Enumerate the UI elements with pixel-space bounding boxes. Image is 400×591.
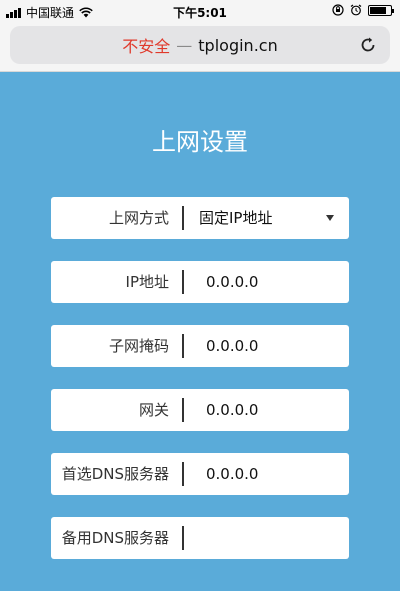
divider — [182, 334, 184, 358]
field-label: 备用DNS服务器 — [61, 529, 169, 547]
ip-address-input[interactable]: 0.0.0.0 — [206, 261, 258, 303]
address-bar[interactable]: 不安全 — tplogin.cn — [10, 26, 390, 64]
status-bar: 中国联通 下午5:01 — [0, 0, 400, 22]
divider — [182, 526, 184, 550]
ip-address-field[interactable]: IP地址 0.0.0.0 — [51, 261, 349, 303]
field-label: 首选DNS服务器 — [61, 465, 169, 483]
divider — [182, 206, 184, 230]
connection-type-value[interactable]: 固定IP地址 — [199, 197, 272, 239]
url-separator: — — [176, 35, 193, 55]
primary-dns-field[interactable]: 首选DNS服务器 0.0.0.0 — [51, 453, 349, 495]
lock-rotation-icon — [332, 4, 344, 16]
page-title: 上网设置 — [152, 128, 248, 156]
alarm-icon — [350, 4, 362, 16]
gateway-field[interactable]: 网关 0.0.0.0 — [51, 389, 349, 431]
divider — [182, 270, 184, 294]
divider — [182, 398, 184, 422]
field-label: 网关 — [138, 401, 169, 419]
field-label: IP地址 — [125, 273, 169, 291]
secondary-dns-field[interactable]: 备用DNS服务器 — [51, 517, 349, 559]
gateway-input[interactable]: 0.0.0.0 — [206, 389, 258, 431]
field-label: 子网掩码 — [108, 337, 169, 355]
connection-type-select[interactable]: 上网方式 固定IP地址 — [51, 197, 349, 239]
dropdown-caret-icon[interactable] — [326, 215, 334, 221]
browser-toolbar: 不安全 — tplogin.cn — [0, 22, 400, 72]
divider — [182, 462, 184, 486]
security-indicator[interactable]: 不安全 — [122, 33, 170, 57]
subnet-mask-field[interactable]: 子网掩码 0.0.0.0 — [51, 325, 349, 367]
reload-icon[interactable] — [358, 35, 378, 55]
subnet-mask-input[interactable]: 0.0.0.0 — [206, 325, 258, 367]
field-label: 上网方式 — [108, 209, 169, 227]
battery-icon — [368, 4, 394, 16]
primary-dns-input[interactable]: 0.0.0.0 — [206, 453, 258, 495]
url-host[interactable]: tplogin.cn — [198, 36, 277, 55]
status-right — [332, 4, 394, 16]
